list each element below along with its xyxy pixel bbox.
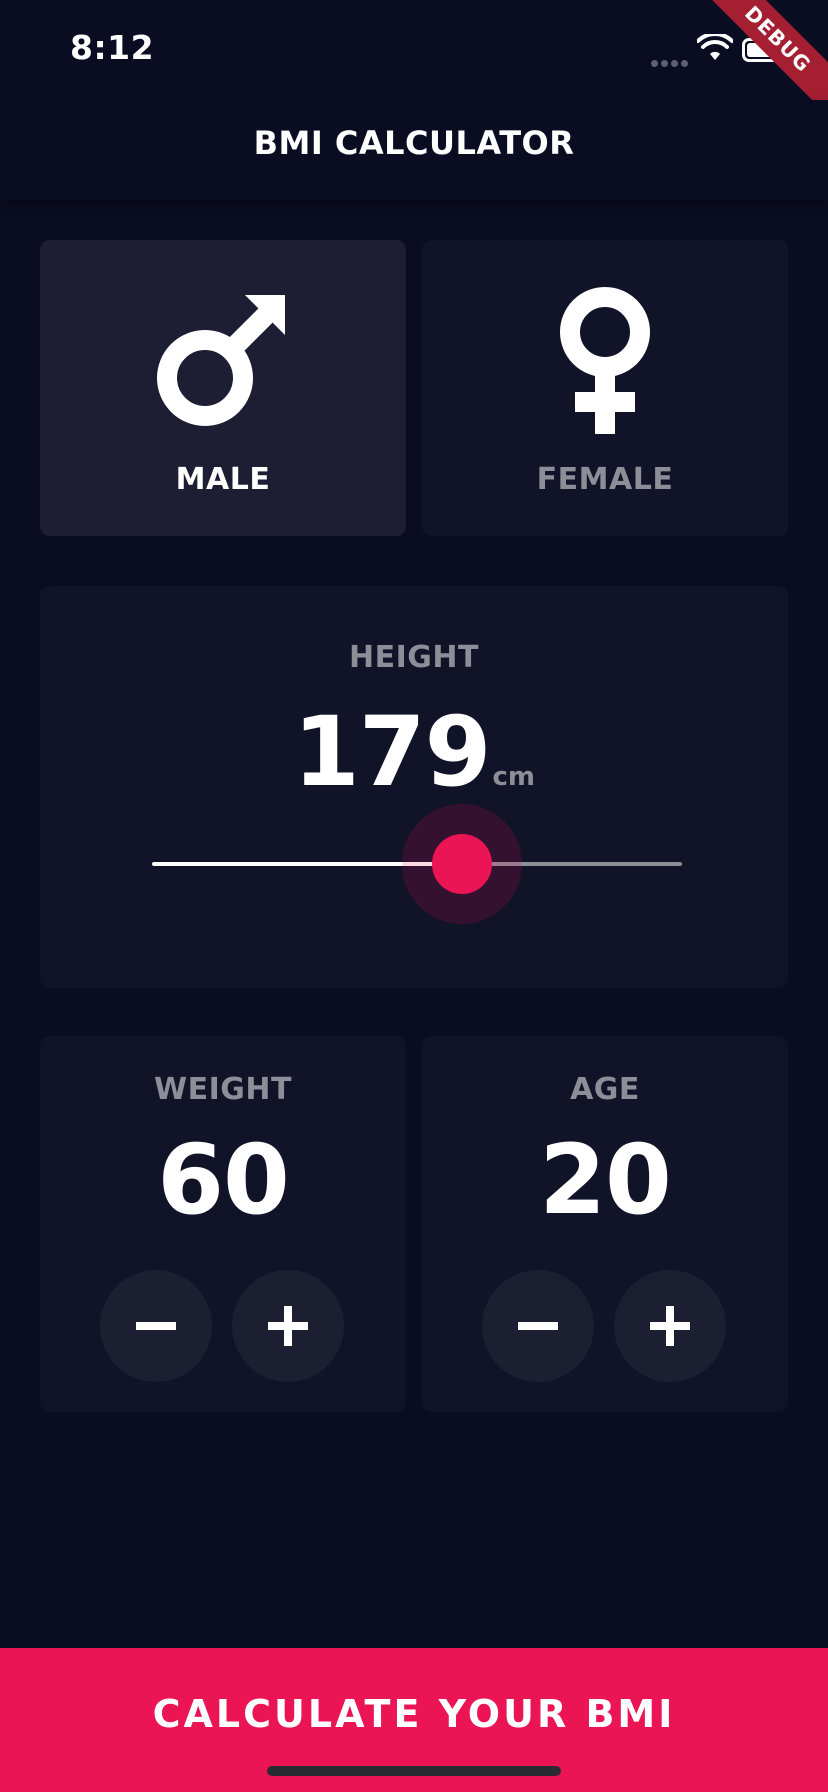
minus-icon (518, 1322, 558, 1330)
wifi-icon (697, 34, 733, 60)
page-title: BMI CALCULATOR (253, 124, 575, 162)
age-label: AGE (570, 1072, 640, 1107)
plus-icon (268, 1306, 308, 1346)
male-gender-card[interactable]: MALE (40, 240, 406, 536)
height-card: HEIGHT 179cm (40, 586, 788, 988)
slider-thumb[interactable] (432, 834, 493, 894)
plus-icon (650, 1306, 690, 1346)
home-indicator (267, 1766, 561, 1776)
height-readout: 179cm (40, 696, 788, 808)
male-label: MALE (175, 462, 271, 497)
age-increment-button[interactable] (614, 1270, 726, 1382)
bmi-calculator-screen: 8:12 DEBUG BMI CALCULATOR MALE FEMALE HE… (0, 0, 828, 1792)
height-slider[interactable] (152, 804, 682, 924)
weight-increment-button[interactable] (232, 1270, 344, 1382)
male-symbol-icon (157, 295, 285, 426)
weight-value: 60 (157, 1124, 290, 1236)
weight-decrement-button[interactable] (100, 1270, 212, 1382)
age-card: AGE 20 (422, 1036, 788, 1412)
status-time: 8:12 (70, 28, 155, 67)
minus-icon (136, 1322, 176, 1330)
status-bar: 8:12 (0, 0, 828, 100)
female-symbol-icon (560, 287, 650, 434)
weight-card: WEIGHT 60 (40, 1036, 406, 1412)
cellular-signal-icon (651, 52, 691, 67)
weight-label: WEIGHT (154, 1072, 292, 1107)
age-decrement-button[interactable] (482, 1270, 594, 1382)
calculate-bmi-label: CALCULATE YOUR BMI (152, 1692, 676, 1736)
height-value: 179 (293, 696, 491, 808)
female-gender-card[interactable]: FEMALE (422, 240, 788, 536)
female-label: FEMALE (536, 462, 674, 497)
height-label: HEIGHT (349, 640, 479, 675)
age-value: 20 (539, 1124, 672, 1236)
height-unit: cm (492, 762, 535, 792)
